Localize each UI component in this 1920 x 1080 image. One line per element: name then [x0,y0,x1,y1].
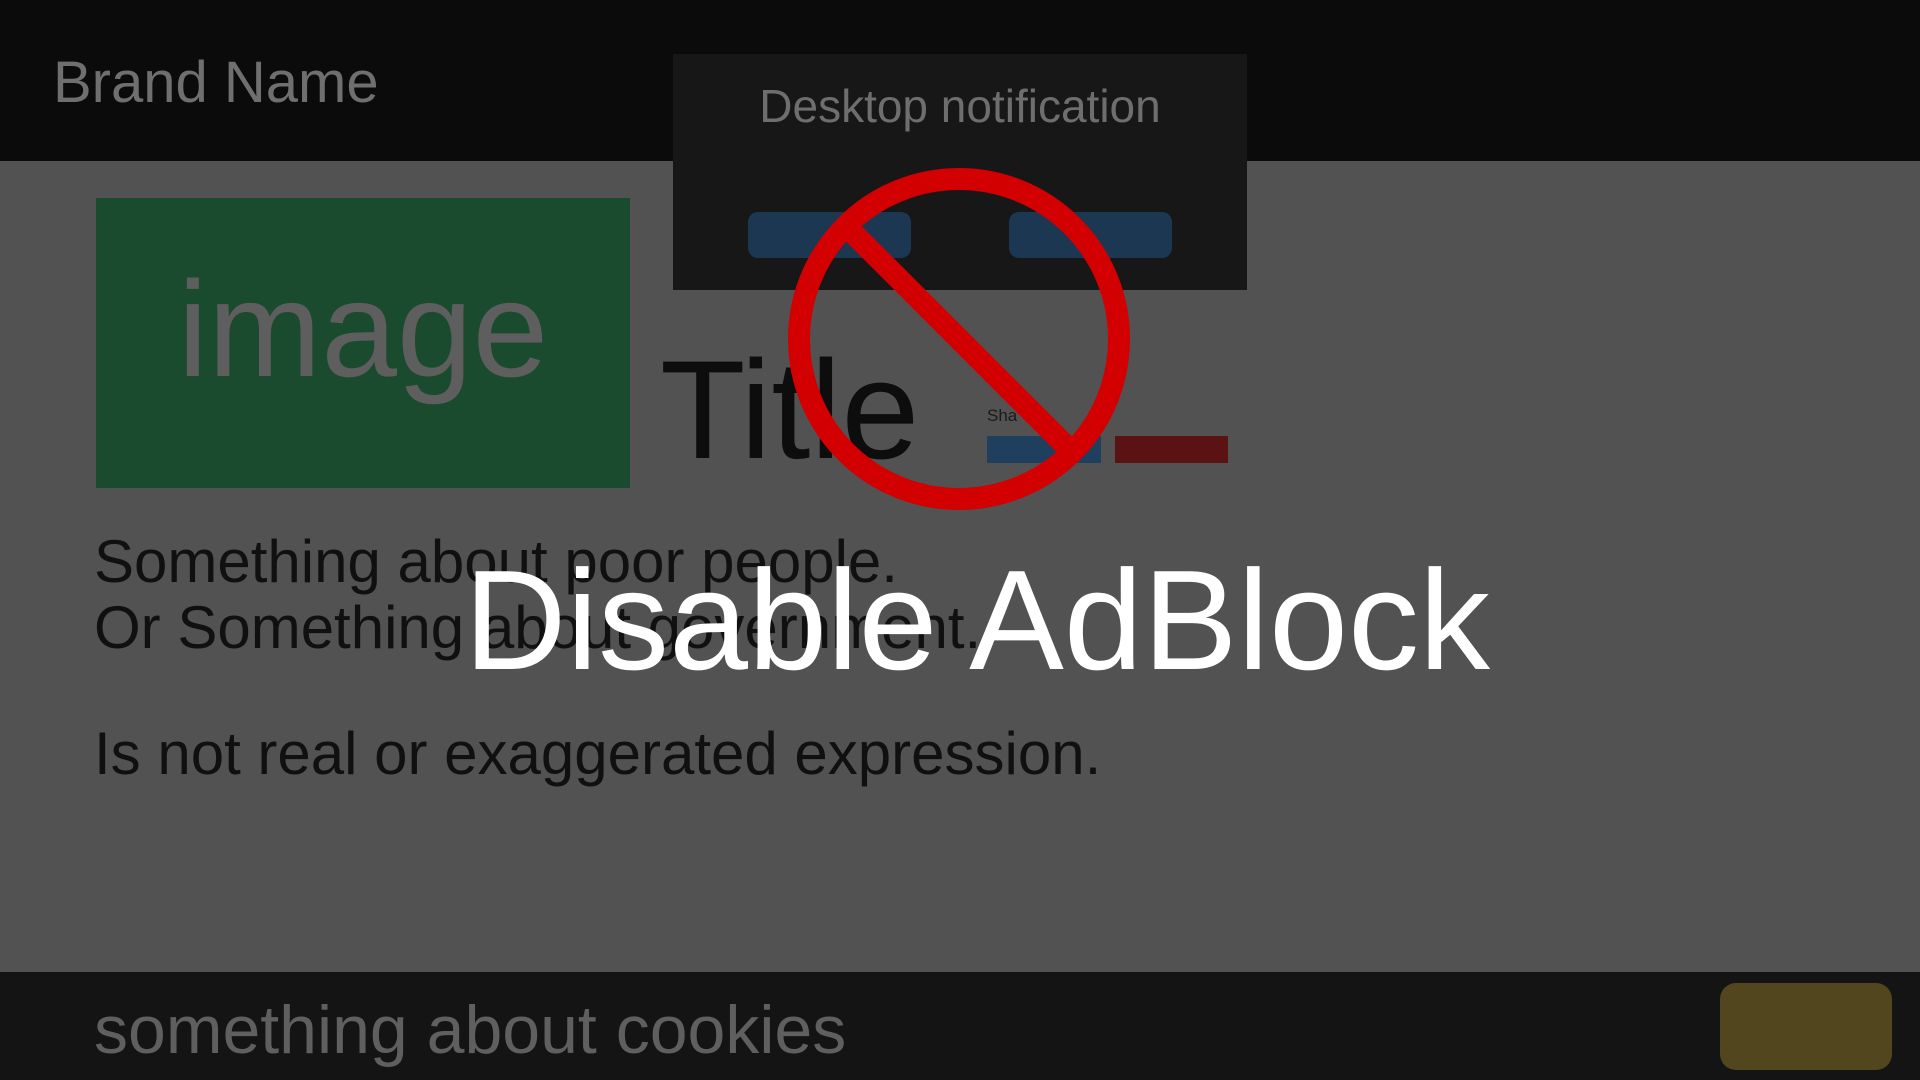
page: Brand Name image Title Sha Something abo… [0,0,1920,1080]
image-placeholder-label: image [177,253,549,405]
no-symbol-slash [838,218,1080,460]
cookie-banner: something about cookies [0,972,1920,1080]
no-symbol-icon [788,168,1130,510]
article-image-placeholder: image [96,198,630,488]
disable-adblock-message: Disable AdBlock [463,541,1491,700]
brand-name[interactable]: Brand Name [53,48,379,118]
article-line-3: Is not real or exaggerated expression. [94,720,1102,787]
notification-title: Desktop notification [759,80,1161,132]
cookie-banner-text: something about cookies [94,992,847,1068]
cookie-accept-button[interactable] [1720,983,1892,1070]
